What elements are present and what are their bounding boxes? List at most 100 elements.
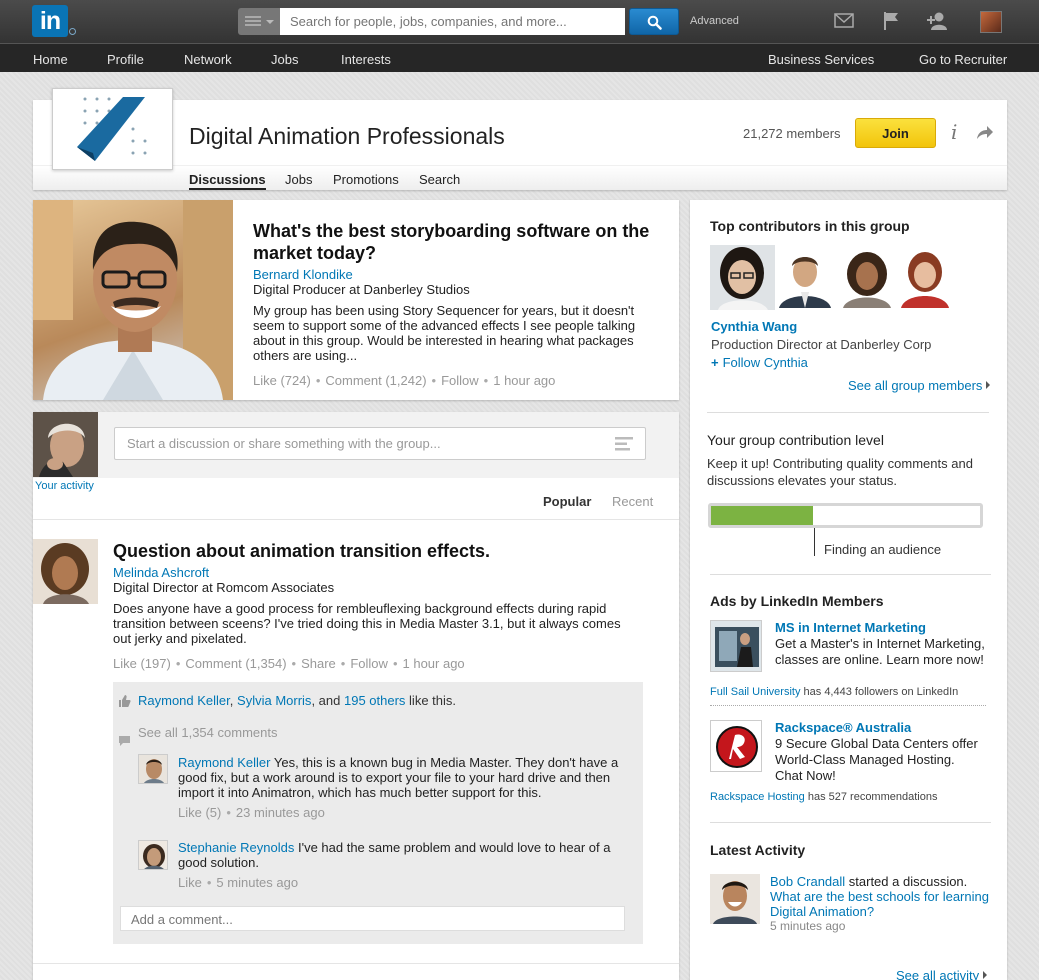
share-link[interactable]: Share bbox=[301, 656, 336, 671]
progress-marker bbox=[814, 528, 815, 556]
your-avatar[interactable] bbox=[33, 412, 98, 477]
follow-link[interactable]: Follow bbox=[350, 656, 388, 671]
featured-author-photo[interactable] bbox=[33, 200, 233, 400]
follow-link[interactable]: Follow bbox=[441, 373, 479, 388]
nav-network[interactable]: Network bbox=[184, 52, 232, 67]
meta-separator: • bbox=[291, 656, 297, 671]
like-link[interactable]: Like (197) bbox=[113, 656, 171, 671]
search-input[interactable] bbox=[280, 8, 625, 35]
member-count[interactable]: 21,272 members bbox=[743, 126, 841, 141]
tab-discussions[interactable]: Discussions bbox=[189, 172, 266, 187]
divider bbox=[710, 574, 991, 575]
divider bbox=[710, 705, 986, 706]
nav-jobs[interactable]: Jobs bbox=[271, 52, 298, 67]
activity-avatar[interactable] bbox=[710, 874, 760, 924]
post-author[interactable]: Melinda Ashcroft bbox=[113, 565, 209, 580]
add-connection-icon[interactable] bbox=[926, 11, 950, 31]
contributor-avatar[interactable] bbox=[897, 248, 953, 308]
timestamp: 23 minutes ago bbox=[235, 805, 325, 820]
search-category-dropdown[interactable] bbox=[238, 8, 280, 35]
top-bar: in Advanced bbox=[0, 0, 1039, 43]
ad-thumbnail[interactable] bbox=[710, 620, 762, 672]
ad-text: 9 Secure Global Data Centers offer World… bbox=[775, 736, 978, 783]
text-format-icon[interactable] bbox=[615, 437, 633, 451]
featured-author[interactable]: Bernard Klondike bbox=[253, 267, 353, 282]
ad-company-link[interactable]: Rackspace Hosting bbox=[710, 791, 805, 803]
tab-search[interactable]: Search bbox=[419, 172, 460, 187]
share-discussion-input[interactable]: Start a discussion or share something wi… bbox=[114, 427, 646, 460]
activity-action: started a discussion. bbox=[845, 874, 968, 889]
see-all-comments-link[interactable]: See all 1,354 comments bbox=[138, 725, 277, 740]
contributor-avatar[interactable] bbox=[837, 248, 897, 308]
nav-interests[interactable]: Interests bbox=[341, 52, 391, 67]
linkedin-logo[interactable]: in bbox=[32, 5, 68, 37]
meta-separator: • bbox=[431, 373, 437, 388]
advanced-search-link[interactable]: Advanced bbox=[690, 15, 739, 27]
latest-activity-heading: Latest Activity bbox=[710, 842, 806, 858]
ad-title[interactable]: Rackspace® Australia bbox=[775, 720, 911, 735]
sort-recent[interactable]: Recent bbox=[612, 494, 653, 509]
commenter-avatar[interactable] bbox=[138, 754, 168, 784]
nav-profile[interactable]: Profile bbox=[107, 52, 144, 67]
contributor-avatar[interactable] bbox=[710, 245, 775, 310]
featured-title[interactable]: What's the best storyboarding software o… bbox=[253, 220, 663, 264]
likers-others-link[interactable]: 195 others bbox=[344, 693, 405, 708]
timestamp: 1 hour ago bbox=[493, 373, 556, 388]
liker-link[interactable]: Raymond Keller bbox=[138, 693, 230, 708]
liker-link[interactable]: Sylvia Morris bbox=[237, 693, 311, 708]
mail-icon[interactable] bbox=[834, 13, 854, 28]
share-icon[interactable] bbox=[976, 124, 994, 140]
contributor-role: Production Director at Danberley Corp bbox=[711, 337, 932, 352]
comment-link[interactable]: Comment (1,242) bbox=[325, 373, 426, 388]
like-link[interactable]: Like (724) bbox=[253, 373, 311, 388]
see-activity-label: See all activity bbox=[896, 968, 980, 980]
activity-discussion-link[interactable]: What are the best schools for learning D… bbox=[770, 889, 989, 919]
chevron-right-icon bbox=[986, 381, 991, 389]
featured-author-role: Digital Producer at Danberley Studios bbox=[253, 282, 470, 297]
comment-author[interactable]: Raymond Keller bbox=[178, 755, 271, 770]
sort-popular[interactable]: Popular bbox=[543, 494, 591, 509]
search-button[interactable] bbox=[629, 8, 679, 35]
contributor-name[interactable]: Cynthia Wang bbox=[711, 319, 797, 334]
tab-jobs[interactable]: Jobs bbox=[285, 172, 312, 187]
group-logo bbox=[52, 88, 173, 170]
nav-home[interactable]: Home bbox=[33, 52, 68, 67]
follow-contributor-link[interactable]: + Follow Cynthia bbox=[711, 355, 808, 370]
meta-separator: • bbox=[226, 805, 231, 820]
your-activity-link[interactable]: Your activity bbox=[35, 480, 94, 492]
nav-business-services[interactable]: Business Services bbox=[768, 52, 874, 67]
list-icon bbox=[245, 16, 261, 27]
contributor-avatar[interactable] bbox=[775, 248, 835, 308]
post-title[interactable]: Question about animation transition effe… bbox=[113, 541, 490, 562]
user-avatar[interactable] bbox=[980, 11, 1002, 33]
see-all-members-link[interactable]: See all group members bbox=[848, 378, 991, 393]
comment-meta: Like • 5 minutes ago bbox=[178, 875, 298, 890]
like-link[interactable]: Like (5) bbox=[178, 805, 221, 820]
activity-text: Bob Crandall started a discussion. What a… bbox=[770, 874, 995, 919]
contribution-level-label: Finding an audience bbox=[824, 542, 942, 557]
post-author-photo[interactable] bbox=[33, 539, 98, 604]
see-all-activity-link[interactable]: See all activity bbox=[896, 968, 988, 980]
ad-title[interactable]: MS in Internet Marketing bbox=[775, 620, 926, 635]
join-button[interactable]: Join bbox=[855, 118, 936, 148]
add-comment-input[interactable]: Add a comment... bbox=[120, 906, 625, 931]
ad-footer: Rackspace Hosting has 527 recommendation… bbox=[710, 791, 937, 803]
progress-fill bbox=[711, 506, 814, 525]
divider bbox=[710, 822, 991, 823]
ads-heading: Ads by LinkedIn Members bbox=[710, 593, 884, 609]
comment-author[interactable]: Stephanie Reynolds bbox=[178, 840, 294, 855]
ad-footer: Full Sail University has 4,443 followers… bbox=[710, 686, 958, 698]
nav-go-to-recruiter[interactable]: Go to Recruiter bbox=[919, 52, 1007, 67]
person-photo bbox=[33, 200, 233, 400]
commenter-avatar[interactable] bbox=[138, 840, 168, 870]
activity-actor-link[interactable]: Bob Crandall bbox=[770, 874, 845, 889]
flag-icon[interactable] bbox=[883, 11, 901, 31]
comment-link[interactable]: Comment (1,354) bbox=[185, 656, 286, 671]
tab-promotions[interactable]: Promotions bbox=[333, 172, 399, 187]
info-icon[interactable]: i bbox=[951, 120, 957, 144]
plus-icon: + bbox=[711, 355, 719, 370]
like-link[interactable]: Like bbox=[178, 875, 202, 890]
ad-thumbnail[interactable] bbox=[710, 720, 762, 772]
ad-company-link[interactable]: Full Sail University bbox=[710, 686, 800, 698]
timestamp: 1 hour ago bbox=[402, 656, 465, 671]
